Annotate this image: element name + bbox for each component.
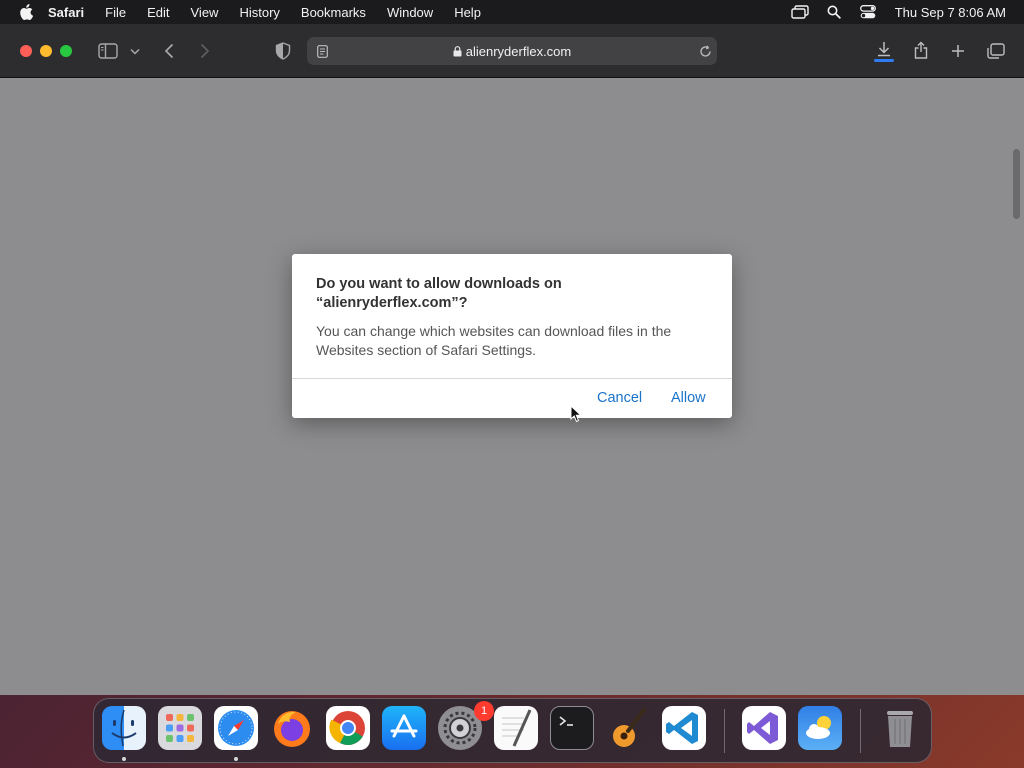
chevron-down-icon[interactable] xyxy=(128,44,142,58)
dock-separator xyxy=(860,709,861,753)
download-progress-bar xyxy=(874,59,894,62)
url-display[interactable]: alienryderflex.com xyxy=(307,44,717,60)
tab-overview-icon[interactable] xyxy=(985,41,1007,61)
back-arrow-icon[interactable] xyxy=(160,41,178,61)
forward-arrow-icon[interactable] xyxy=(196,41,214,61)
vertical-scrollbar[interactable] xyxy=(1013,149,1020,219)
app-store-icon[interactable] xyxy=(382,706,426,750)
menu-edit[interactable]: Edit xyxy=(147,5,169,20)
visual-studio-icon[interactable] xyxy=(742,706,786,750)
dock: 1 xyxy=(93,698,932,763)
menu-window[interactable]: Window xyxy=(387,5,433,20)
menu-file[interactable]: File xyxy=(105,5,126,20)
lock-icon xyxy=(453,45,462,60)
window-close-button[interactable] xyxy=(20,45,32,57)
address-bar[interactable]: alienryderflex.com xyxy=(307,37,717,65)
dialog-title: Do you want to allow downloads on “alien… xyxy=(316,276,562,311)
firefox-icon[interactable] xyxy=(270,706,314,750)
allow-button[interactable]: Allow xyxy=(671,390,706,406)
vscode-icon[interactable] xyxy=(662,706,706,750)
dock-separator xyxy=(724,709,725,753)
trash-icon[interactable] xyxy=(878,706,922,750)
share-icon[interactable] xyxy=(911,39,931,61)
new-tab-plus-icon[interactable] xyxy=(948,41,968,61)
window-minimize-button[interactable] xyxy=(40,45,52,57)
privacy-shield-icon[interactable] xyxy=(273,41,293,61)
control-center-icon[interactable] xyxy=(857,1,879,23)
garageband-icon[interactable] xyxy=(606,706,650,750)
dialog-message: You can change which websites can downlo… xyxy=(316,323,672,358)
download-permission-dialog: Do you want to allow downloads on “alien… xyxy=(292,254,732,418)
chrome-icon[interactable] xyxy=(326,706,370,750)
sidebar-toggle-icon[interactable] xyxy=(96,41,120,61)
menu-bar: Safari File Edit View History Bookmarks … xyxy=(0,0,1024,24)
finder-icon[interactable] xyxy=(102,706,146,750)
menubar-clock[interactable]: Thu Sep 7 8:06 AM xyxy=(895,5,1006,20)
browser-toolbar: alienryderflex.com xyxy=(0,24,1024,78)
screen-mirroring-icon[interactable] xyxy=(789,1,811,23)
menu-view[interactable]: View xyxy=(191,5,219,20)
safari-app-icon[interactable] xyxy=(214,706,258,750)
weather-icon[interactable] xyxy=(798,706,842,750)
search-icon[interactable] xyxy=(823,1,845,23)
menu-app-name[interactable]: Safari xyxy=(48,5,84,20)
apple-menu-icon[interactable] xyxy=(16,2,36,22)
menu-bookmarks[interactable]: Bookmarks xyxy=(301,5,366,20)
notification-badge: 1 xyxy=(474,701,494,721)
textedit-icon[interactable] xyxy=(494,706,538,750)
menu-history[interactable]: History xyxy=(239,5,279,20)
finder-running-dot xyxy=(122,757,126,761)
terminal-icon[interactable] xyxy=(550,706,594,750)
menu-help[interactable]: Help xyxy=(454,5,481,20)
cancel-button[interactable]: Cancel xyxy=(597,390,642,406)
dialog-divider xyxy=(292,378,732,379)
safari-running-dot xyxy=(234,757,238,761)
window-fullscreen-button[interactable] xyxy=(60,45,72,57)
reload-icon[interactable] xyxy=(697,43,713,59)
url-text: alienryderflex.com xyxy=(465,44,572,59)
launchpad-icon[interactable] xyxy=(158,706,202,750)
download-icon[interactable] xyxy=(874,39,894,59)
mouse-cursor-icon xyxy=(570,404,583,423)
